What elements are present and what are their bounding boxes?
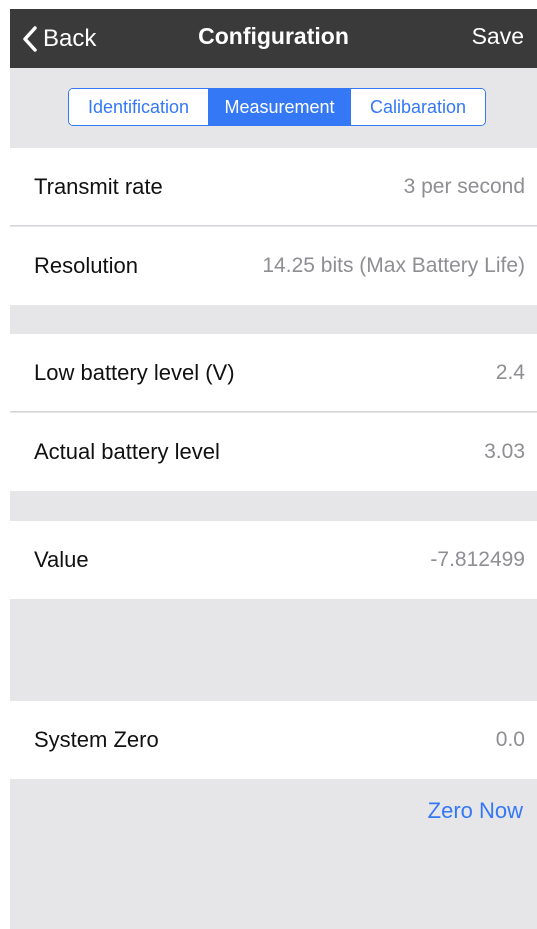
value-readout: -7.812499 (430, 548, 525, 571)
segment-bar: Identification Measurement Calibaration (10, 68, 537, 148)
tab-identification[interactable]: Identification (69, 89, 208, 125)
resolution-label: Resolution (34, 253, 138, 278)
system-zero-label: System Zero (34, 727, 159, 752)
low-battery-label: Low battery level (V) (34, 360, 235, 385)
transmit-rate-row[interactable]: Transmit rate 3 per second (10, 148, 537, 226)
actual-battery-label: Actual battery level (34, 439, 220, 464)
navigation-bar: Back Configuration Save (10, 9, 537, 68)
low-battery-row[interactable]: Low battery level (V) 2.4 (10, 334, 537, 412)
page-title: Configuration (198, 23, 349, 49)
system-zero-row: System Zero 0.0 (10, 701, 537, 779)
value-label: Value (34, 547, 89, 572)
transmit-rate-label: Transmit rate (34, 174, 163, 199)
save-button[interactable]: Save (472, 23, 524, 50)
tab-calibaration[interactable]: Calibaration (350, 89, 485, 125)
transmit-rate-value: 3 per second (403, 175, 525, 198)
value-row: Value -7.812499 (10, 521, 537, 599)
resolution-row[interactable]: Resolution 14.25 bits (Max Battery Life) (10, 227, 537, 305)
resolution-value: 14.25 bits (Max Battery Life) (262, 254, 525, 277)
segmented-control: Identification Measurement Calibaration (68, 88, 486, 126)
tab-measurement[interactable]: Measurement (208, 89, 350, 125)
zero-now-button[interactable]: Zero Now (428, 798, 523, 824)
screen: Back Configuration Save Identification M… (10, 9, 537, 929)
actual-battery-value: 3.03 (484, 440, 525, 463)
actual-battery-row: Actual battery level 3.03 (10, 413, 537, 491)
system-zero-value: 0.0 (495, 728, 525, 751)
low-battery-value: 2.4 (495, 361, 525, 384)
